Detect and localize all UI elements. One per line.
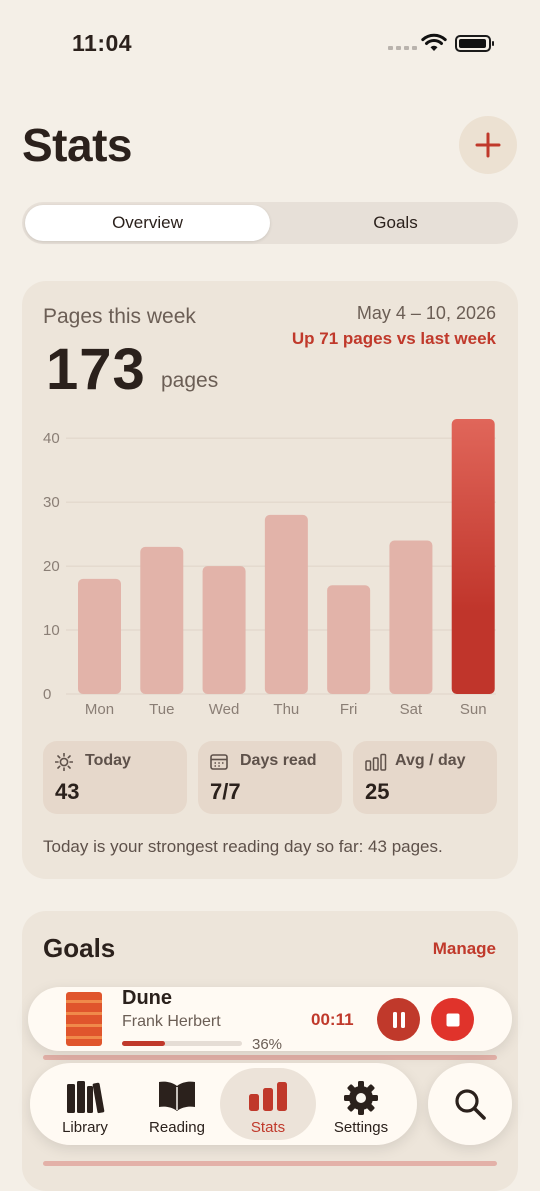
x-tick-label: Sun xyxy=(460,701,487,718)
sun-icon xyxy=(55,753,73,771)
plus-icon xyxy=(475,132,501,158)
x-tick-label: Fri xyxy=(340,701,358,718)
bar-wed[interactable] xyxy=(202,566,246,694)
pause-icon xyxy=(392,1011,405,1028)
x-tick-label: Wed xyxy=(209,701,240,718)
stop-icon xyxy=(446,1013,459,1026)
bar-sat[interactable] xyxy=(389,540,433,694)
stop-button[interactable] xyxy=(431,998,474,1041)
now-playing-progress-fill xyxy=(122,1041,166,1046)
search-icon xyxy=(455,1089,486,1120)
manage-link[interactable]: Manage xyxy=(433,939,496,959)
pages-week-card: Pages this week May 4 – 10, 2026 Up 71 p… xyxy=(22,281,518,879)
pages-bar-chart: 0 10 20 30 40 Mon Tue Wed Thu Fri Sat Sun xyxy=(43,419,496,718)
x-tick-label: Tue xyxy=(149,701,174,718)
y-tick-label: 30 xyxy=(43,494,60,511)
signal-icon xyxy=(388,46,417,50)
bar-sun[interactable] xyxy=(451,419,495,694)
y-tick-label: 40 xyxy=(43,430,60,447)
bar-fri[interactable] xyxy=(327,585,371,694)
tab-library-label: Library xyxy=(62,1119,108,1136)
tab-stats[interactable]: Stats xyxy=(220,1068,316,1140)
avg-day-label: Avg / day xyxy=(395,752,466,769)
y-tick-label: 0 xyxy=(43,686,51,703)
calendar-icon xyxy=(210,754,228,770)
tab-goals[interactable]: Goals xyxy=(273,202,518,244)
books-icon xyxy=(67,1081,105,1114)
x-tick-label: Thu xyxy=(273,701,299,718)
add-button[interactable] xyxy=(459,116,517,174)
pause-button[interactable] xyxy=(377,998,420,1041)
tab-stats-label: Stats xyxy=(250,1119,286,1136)
now-playing-author: Frank Herbert xyxy=(122,1013,221,1030)
avg-day-tile: Avg / day 25 xyxy=(353,741,497,814)
now-playing-percent: 36% xyxy=(252,1036,283,1053)
bar-thu[interactable] xyxy=(264,514,308,694)
y-tick-label: 20 xyxy=(43,558,60,575)
avg-day-value: 25 xyxy=(365,779,390,804)
today-label: Today xyxy=(85,752,131,769)
now-playing-bar[interactable]: Dune Frank Herbert 36% 00:11 xyxy=(28,987,512,1053)
tab-reading-label: Reading xyxy=(149,1119,205,1136)
status-bar: 11:04 xyxy=(0,0,540,88)
book-cover xyxy=(66,992,102,1046)
gear-icon xyxy=(344,1081,378,1115)
segmented-control: Overview Goals xyxy=(22,202,518,244)
now-playing-title: Dune xyxy=(122,987,172,1009)
insight-text: Today is your strongest reading day so f… xyxy=(43,837,443,856)
tab-library[interactable]: Library xyxy=(37,1068,133,1140)
bar-mon[interactable] xyxy=(78,578,121,694)
tab-settings[interactable]: Settings xyxy=(313,1068,409,1140)
tab-reading[interactable]: Reading xyxy=(129,1068,225,1140)
page-title: Stats xyxy=(22,119,132,171)
x-tick-label: Sat xyxy=(400,701,423,718)
now-playing-time: 00:11 xyxy=(311,1010,354,1029)
search-button[interactable] xyxy=(428,1063,512,1145)
days-read-tile: Days read 7/7 xyxy=(198,741,342,814)
goal-progress-bar xyxy=(43,1055,497,1060)
goals-title: Goals xyxy=(43,933,116,963)
status-time: 11:04 xyxy=(72,30,133,56)
now-playing-progress xyxy=(122,1041,242,1046)
bar-tue[interactable] xyxy=(140,546,184,694)
days-read-value: 7/7 xyxy=(210,779,241,804)
tab-settings-label: Settings xyxy=(333,1119,389,1136)
days-read-label: Days read xyxy=(240,752,317,769)
battery-icon xyxy=(455,35,494,52)
bar-chart-icon xyxy=(249,1082,287,1111)
y-tick-label: 10 xyxy=(43,622,60,639)
tab-overview[interactable]: Overview xyxy=(25,205,270,241)
tab-bar: Library Reading Stats Settings xyxy=(30,1063,417,1145)
today-value: 43 xyxy=(55,779,80,804)
today-tile: Today 43 xyxy=(43,741,187,814)
goal-progress-bar xyxy=(43,1161,497,1166)
x-tick-label: Mon xyxy=(85,701,114,718)
wifi-icon xyxy=(421,33,447,51)
open-book-icon xyxy=(159,1081,195,1111)
bar-chart-icon xyxy=(365,753,387,771)
